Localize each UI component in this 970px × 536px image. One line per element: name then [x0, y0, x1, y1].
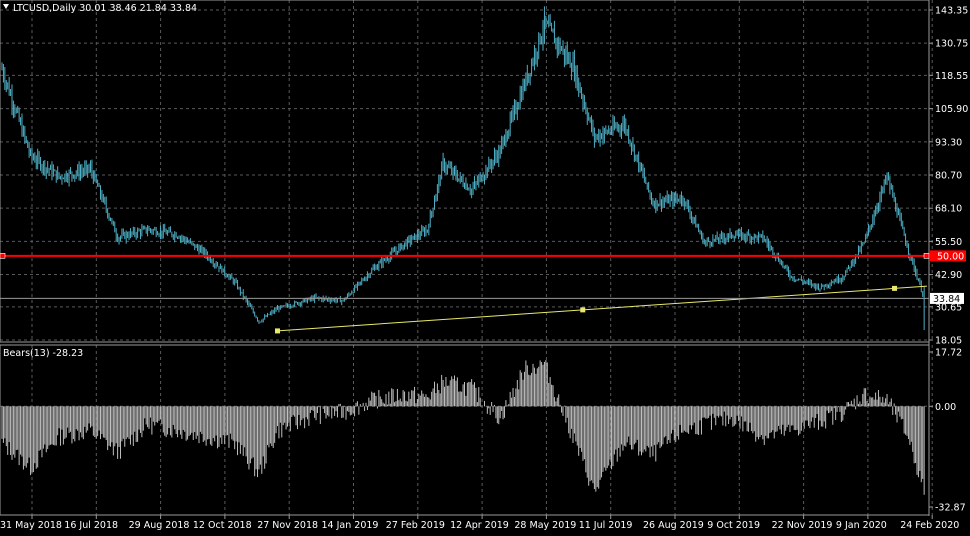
indicator-title: Bears(13) -28.23	[3, 348, 83, 359]
time-axis-label: 12 Oct 2018	[193, 520, 252, 531]
time-axis-label: 9 Jan 2020	[836, 520, 887, 531]
time-axis-label: 29 Aug 2018	[129, 520, 190, 531]
hline-handle-right[interactable]	[923, 253, 930, 259]
trendline-handle-mid[interactable]	[580, 307, 586, 313]
symbol-caption: LTCUSD,Daily 30.01 38.46 21.84 33.84	[3, 3, 197, 14]
price-axis-label: 80.70	[935, 171, 962, 182]
indicator-axis-label: 0.00	[935, 402, 956, 413]
time-axis-label: 24 Feb 2020	[900, 520, 959, 531]
time-axis-label: 27 Feb 2019	[386, 520, 445, 531]
time-axis-label: 22 Nov 2019	[772, 520, 833, 531]
price-axis-label: 93.30	[935, 137, 962, 148]
time-axis-label: 27 Nov 2018	[257, 520, 318, 531]
trendline-handle-end[interactable]	[892, 285, 898, 291]
time-axis-label: 16 Jul 2018	[64, 520, 118, 531]
time-axis-label: 31 May 2018	[0, 520, 62, 531]
current-price-tag: 33.84	[930, 292, 964, 305]
price-axis-label: 105.90	[935, 104, 968, 115]
time-axis-label: 12 Apr 2019	[450, 520, 509, 531]
price-axis-label: 55.50	[935, 237, 962, 248]
price-axis-label: 130.75	[935, 39, 968, 50]
time-axis-label: 28 May 2019	[514, 520, 576, 531]
hline-price-tag: 50.00	[930, 250, 966, 262]
current-price-tag-label: 33.84	[933, 294, 960, 305]
hline-handle-left[interactable]	[0, 253, 6, 259]
indicator-axis-label: -32.87	[935, 503, 966, 514]
price-axis-label: 118.55	[935, 71, 968, 82]
time-axis-label: 11 Jul 2019	[579, 520, 633, 531]
time-axis-label: 14 Jan 2019	[322, 520, 379, 531]
trading-chart[interactable]: 143.35 130.75 118.55 105.90 93.30 80.70 68.10 5…	[0, 0, 970, 536]
price-axis-label: 18.05	[935, 336, 962, 347]
main-chart-title: LTCUSD,Daily 30.01 38.46 21.84 33.84	[13, 3, 197, 14]
price-axis-label: 42.90	[935, 270, 962, 281]
hline-tag-label: 50.00	[937, 251, 964, 262]
price-axis-label: 68.10	[935, 204, 962, 215]
indicator-axis-label: 17.72	[935, 348, 962, 359]
time-axis-label: 26 Aug 2019	[643, 520, 704, 531]
time-axis-label: 9 Oct 2019	[707, 520, 760, 531]
chart-background	[0, 0, 970, 536]
trendline-handle-start[interactable]	[275, 328, 281, 334]
price-axis-label: 143.35	[935, 6, 968, 17]
